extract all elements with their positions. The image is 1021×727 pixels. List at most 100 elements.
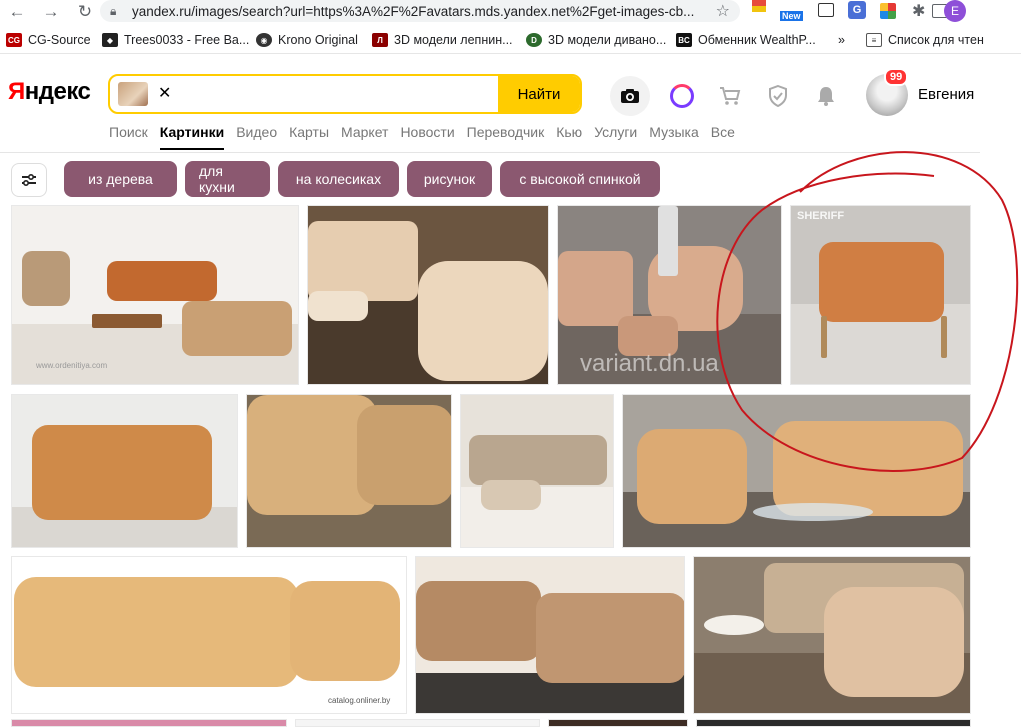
bookmark-label: CG-Source [28,33,91,47]
image-result[interactable] [548,719,688,727]
reading-list-button[interactable]: ≡ Список для чтен [866,33,984,47]
sofa-shape [416,581,541,661]
glass-table-shape [753,503,873,521]
search-button[interactable]: Найти [498,76,580,112]
armchair-shape [22,251,70,306]
forward-arrow-icon[interactable]: → [34,2,68,22]
search-input[interactable] [171,76,498,112]
service-tab[interactable]: Поиск [109,124,148,150]
search-box: ✕ Найти [108,74,582,114]
service-tab[interactable]: Переводчик [467,124,545,150]
service-tab[interactable]: Услуги [594,124,637,150]
yandex-logo[interactable]: Яндекс [8,78,91,106]
image-extension-icon[interactable] [818,3,834,17]
camera-icon[interactable] [610,76,650,116]
services-nav: Поиск Картинки Видео Карты Маркет Новост… [109,124,747,150]
bookmarks-bar: CG CG-Source ◆ Trees0033 - Free Ba... ◉ Kro… [0,28,1021,54]
bookmark-label: Список для чтен [888,33,984,47]
image-result[interactable]: variant.dn.ua [557,205,782,385]
username[interactable]: Евгения [918,86,974,103]
image-result[interactable]: SHERIFF [790,205,971,385]
image-result[interactable] [460,394,614,548]
notification-badge: 99 [884,68,909,86]
image-result[interactable]: www.ordenitiya.com [11,205,299,385]
address-bar[interactable]: 🔒︎ yandex.ru/images/search?url=https%3A%… [100,0,740,22]
bookmark-label: 3D модели дивано... [548,33,667,47]
reading-list-icon: ≡ [866,33,882,47]
browser-profile-avatar[interactable]: E [944,0,966,22]
bookmark-item[interactable]: D 3D модели дивано... [526,33,666,47]
image-result[interactable] [693,556,971,714]
cg-source-icon: CG [6,33,22,47]
sofa-shape [773,421,963,516]
service-tab-active[interactable]: Картинки [159,124,225,150]
shield-icon[interactable] [758,76,798,116]
image-result[interactable] [415,556,685,714]
table-shape [704,615,764,635]
bookmark-star-icon[interactable]: ☆ [716,1,730,21]
service-tab[interactable]: Все [711,124,735,150]
back-arrow-icon[interactable]: ← [0,2,34,22]
image-result[interactable] [295,719,540,727]
address-url[interactable]: yandex.ru/images/search?url=https%3A%2F%… [132,4,716,19]
armchair-shape [357,405,451,505]
service-tab[interactable]: Новости [400,124,454,150]
image-result[interactable] [246,394,452,548]
translate-extension-icon[interactable]: G [848,1,866,19]
new-extension-icon[interactable]: New [780,3,806,21]
bookmark-item[interactable]: Л 3D модели лепнин... [372,33,513,47]
search-image-thumbnail[interactable] [118,82,148,106]
close-icon[interactable]: ✕ [158,83,171,112]
filter-tag[interactable]: на колесиках [278,161,399,197]
image-result[interactable]: catalog.onliner.by [11,556,407,714]
logo-letter: Я [8,78,25,105]
bookmark-item[interactable]: ◆ Trees0033 - Free Ba... [102,33,249,47]
sofa-shape [107,261,217,301]
extensions-puzzle-icon[interactable]: ✱ [912,1,925,21]
recliner-shape [308,291,368,321]
vase-shape [658,206,678,276]
overflow-label: » [838,33,845,47]
grid-extension-icon[interactable] [880,3,896,19]
trees-icon: ◆ [102,33,118,47]
sofa-shape [182,301,292,356]
armchair-shape [418,261,548,381]
bookmarks-overflow-button[interactable]: » [838,33,845,47]
watermark: SHERIFF [797,210,845,222]
bookmark-label: Trees0033 - Free Ba... [124,33,250,47]
sofa-shape [469,435,607,485]
service-tab[interactable]: Видео [236,124,277,150]
filters-settings-button[interactable] [11,163,47,197]
sofa-shape [536,593,684,683]
filter-tag[interactable]: с высокой спинкой [500,161,660,197]
image-result[interactable] [11,719,287,727]
service-tab[interactable]: Музыка [649,124,699,150]
alice-icon[interactable] [662,76,702,116]
image-result[interactable] [622,394,971,548]
lock-icon: 🔒︎ [110,3,117,18]
service-tab[interactable]: Кью [556,124,582,150]
armchair-shape [824,587,964,697]
service-tab[interactable]: Карты [289,124,329,150]
bookmark-item[interactable]: BC Обменник WealthP... [676,33,816,47]
image-result[interactable] [696,719,971,727]
bookmark-item[interactable]: CG CG-Source [6,33,91,47]
bookmark-item[interactable]: ◉ Krono Original [256,33,358,47]
filter-tag[interactable]: рисунок [407,161,492,197]
filter-tag[interactable]: из дерева [64,161,177,197]
flag-extension-icon[interactable] [752,0,766,12]
service-tab[interactable]: Маркет [341,124,388,150]
bell-icon[interactable] [806,76,846,116]
image-result[interactable] [307,205,549,385]
image-result[interactable] [11,394,238,548]
cart-icon[interactable] [710,76,750,116]
filter-tag[interactable]: для кухни [185,161,270,197]
sofa-shape [32,425,212,520]
divan-icon: D [526,33,542,47]
reload-icon[interactable]: ↻ [68,2,102,22]
chair-leg [941,316,947,358]
krono-icon: ◉ [256,33,272,47]
armchair-shape [290,581,400,681]
bookmark-label: Krono Original [278,33,358,47]
table-shape [92,314,162,328]
